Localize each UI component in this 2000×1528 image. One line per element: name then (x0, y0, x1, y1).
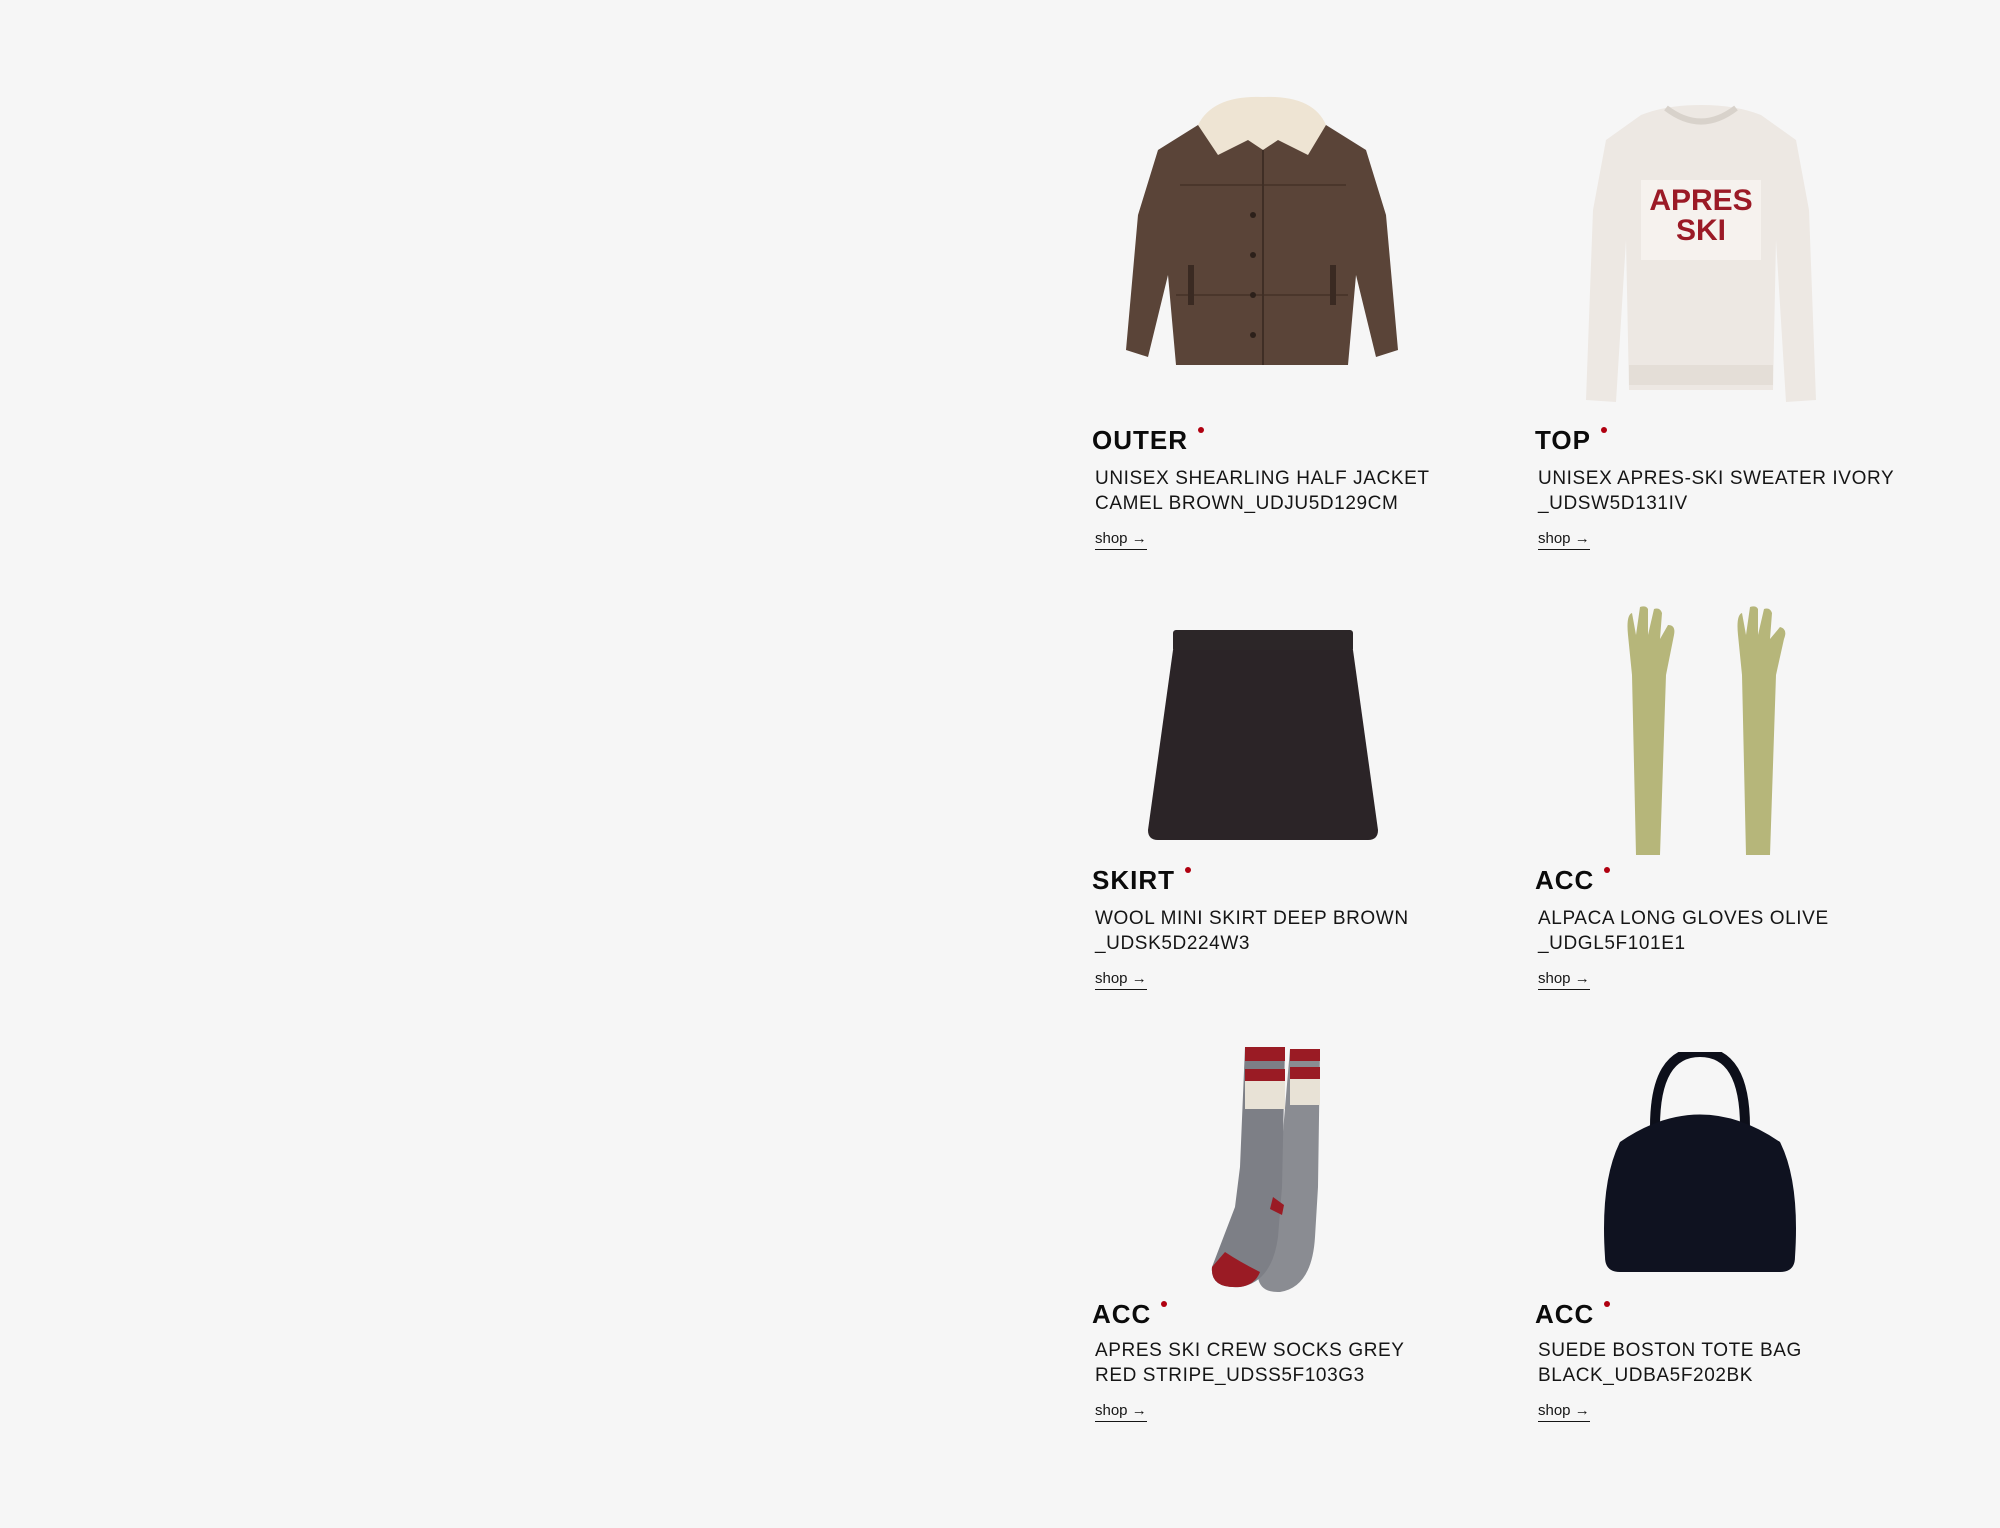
shop-link[interactable]: shop → (1538, 1402, 1590, 1422)
accent-dot (1604, 1301, 1611, 1307)
accent-dot (1600, 427, 1607, 433)
accent-dot (1161, 1301, 1168, 1307)
sweater-image: APRES SKI (1586, 105, 1816, 402)
product-name: APRES SKI CREW SOCKS GREY RED STRIPE_UDSS… (1095, 1340, 1405, 1386)
category-label: ACC (1092, 1299, 1168, 1330)
shop-link[interactable]: shop → (1095, 1402, 1147, 1422)
bag-image (1604, 1052, 1796, 1272)
product-image-jacket[interactable] (1090, 0, 1510, 365)
product-image-socks[interactable] (1090, 872, 1510, 1293)
product-grid: OUTER UNISEX SHEARLING HALF JACKET CAMEL … (1090, 0, 1980, 1528)
jacket-image (1126, 96, 1398, 365)
sweater-print-line1: APRES (1649, 184, 1752, 217)
gloves-image (1627, 606, 1786, 855)
product-image-sweater[interactable]: APRES SKI (1533, 0, 1953, 402)
skirt-image (1148, 630, 1378, 840)
category-label: ACC (1535, 1299, 1611, 1330)
socks-image (1211, 1047, 1320, 1293)
sweater-print-line2: SKI (1676, 214, 1726, 247)
product-image-bag[interactable] (1533, 872, 1953, 1272)
product-name: SUEDE BOSTON TOTE BAG BLACK_UDBA5F202BK (1538, 1340, 1802, 1386)
product-image-skirt[interactable] (1090, 440, 1510, 840)
accent-dot (1198, 427, 1204, 433)
product-image-gloves[interactable] (1533, 440, 1953, 855)
